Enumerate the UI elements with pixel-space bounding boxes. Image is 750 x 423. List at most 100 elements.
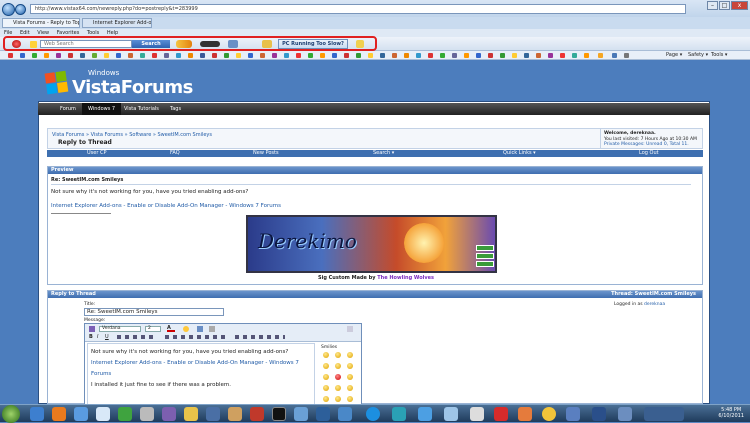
start-button[interactable] (2, 405, 20, 423)
smiley-icon[interactable] (323, 363, 329, 369)
fav-icon[interactable] (524, 53, 529, 58)
taskbar-app-icon[interactable] (338, 407, 352, 421)
print-icon[interactable] (624, 53, 629, 58)
smiley-icon[interactable] (335, 385, 341, 391)
safety-menu[interactable]: Safety ▾ (688, 51, 708, 60)
fav-icon[interactable] (92, 53, 97, 58)
fav-icon[interactable] (272, 53, 277, 58)
facebook-icon[interactable] (200, 53, 205, 58)
insert-icons[interactable] (235, 335, 285, 339)
fav-icon[interactable] (584, 53, 589, 58)
fav-icon[interactable] (536, 53, 541, 58)
fav-icon[interactable] (380, 53, 385, 58)
fav-icon[interactable] (572, 53, 577, 58)
underline-icon[interactable]: U (105, 334, 109, 340)
private-messages[interactable]: Private Messages: Unread 0, Total 11. (604, 142, 704, 148)
taskbar-app-icon[interactable] (206, 407, 220, 421)
taskbar-app-icon[interactable] (30, 407, 44, 421)
tools-menu[interactable]: Tools ▾ (711, 51, 727, 60)
fav-icon[interactable] (440, 53, 445, 58)
fav-icon[interactable] (80, 53, 85, 58)
fav-icon[interactable] (140, 53, 145, 58)
page-menu[interactable]: Page ▾ (666, 51, 682, 60)
system-tray[interactable] (644, 407, 684, 421)
tab-reply-topic[interactable]: Vista Forums - Reply to Topic (2, 18, 80, 28)
fav-icon[interactable] (212, 53, 217, 58)
message-textarea[interactable]: Not sure why it's not working for you, h… (87, 343, 315, 405)
fav-icon[interactable] (308, 53, 313, 58)
smiley-icon[interactable] (347, 363, 353, 369)
sig-author-link[interactable]: The Howling Wolves (377, 275, 434, 281)
taskbar-app-icon[interactable] (316, 407, 330, 421)
fav-icon[interactable] (416, 53, 421, 58)
internet-explorer-icon[interactable] (366, 407, 380, 421)
fav-icon[interactable] (560, 53, 565, 58)
nav-vista-tutorials[interactable]: Vista Tutorials (118, 103, 165, 115)
taskbar-app-icon[interactable] (418, 407, 432, 421)
nav-forum[interactable]: Forum (54, 103, 82, 115)
back-icon[interactable] (2, 3, 15, 16)
home-icon[interactable] (612, 53, 617, 58)
fav-icon[interactable] (224, 53, 229, 58)
breadcrumb[interactable]: Vista Forums » Vista Forums » Software »… (52, 132, 212, 138)
thread-name[interactable]: SweetIM.com Smileys (635, 291, 696, 297)
smiley-icon[interactable] (347, 352, 353, 358)
nav-search[interactable]: Search ▾ (373, 150, 394, 157)
logged-user[interactable]: dereknaa (644, 302, 665, 307)
taskbar-app-icon[interactable] (444, 407, 458, 421)
nav-log-out[interactable]: Log Out (639, 150, 659, 157)
fav-icon[interactable] (428, 53, 433, 58)
fav-icon[interactable] (368, 53, 373, 58)
fav-icon[interactable] (20, 53, 25, 58)
site-logo[interactable]: Windows VistaForums (44, 66, 246, 106)
nav-tags[interactable]: Tags (164, 103, 187, 115)
smiley-icon[interactable] (323, 385, 329, 391)
maximize-icon[interactable]: □ (719, 1, 730, 10)
taskbar-app-icon[interactable] (228, 407, 242, 421)
fav-icon[interactable] (116, 53, 121, 58)
smiley-icon[interactable] (347, 385, 353, 391)
fav-icon[interactable] (68, 53, 73, 58)
forward-icon[interactable] (15, 4, 26, 15)
taskbar-clock[interactable]: 5:48 PM 6/10/2011 (718, 407, 744, 419)
smilie-icon[interactable] (183, 326, 189, 332)
fav-icon[interactable] (248, 53, 253, 58)
fav-icon[interactable] (56, 53, 61, 58)
fav-icon[interactable] (260, 53, 265, 58)
taskbar-app-icon[interactable] (74, 407, 88, 421)
fav-icon[interactable] (128, 53, 133, 58)
fav-icon[interactable] (32, 53, 37, 58)
address-bar[interactable]: http://www.vistax64.com/newreply.php?do=… (30, 4, 686, 14)
fav-icon[interactable] (500, 53, 505, 58)
fav-icon[interactable] (188, 53, 193, 58)
fav-icon[interactable] (44, 53, 49, 58)
taskbar-app-icon[interactable] (618, 407, 632, 421)
fav-icon[interactable] (236, 53, 241, 58)
smiley-icon[interactable] (335, 396, 341, 402)
size-select[interactable]: 2 (145, 326, 161, 332)
attach-icon[interactable] (197, 326, 203, 332)
taskbar-app-icon[interactable] (518, 407, 532, 421)
taskbar-app-icon[interactable] (96, 407, 110, 421)
taskbar-app-icon[interactable] (118, 407, 132, 421)
preview-link[interactable]: Internet Explorer Add-ons - Enable or Di… (51, 203, 281, 209)
taskbar-app-icon[interactable] (184, 407, 198, 421)
taskbar-app-icon[interactable] (52, 407, 66, 421)
fav-icon[interactable] (476, 53, 481, 58)
taskbar-app-icon[interactable] (470, 407, 484, 421)
format-icons[interactable] (165, 335, 225, 339)
fav-icon[interactable] (344, 53, 349, 58)
fav-icon[interactable] (392, 53, 397, 58)
fav-icon[interactable] (332, 53, 337, 58)
taskbar-app-icon[interactable] (250, 407, 264, 421)
fav-icon[interactable] (452, 53, 457, 58)
tab-ie-addons[interactable]: Internet Explorer Add-ons - En... (82, 18, 152, 28)
nav-windows7[interactable]: Windows 7 (82, 103, 122, 115)
fav-icon[interactable] (176, 53, 181, 58)
fav-icon[interactable] (152, 53, 157, 58)
switch-mode-icon[interactable] (89, 326, 95, 332)
fav-icon[interactable] (8, 53, 13, 58)
taskbar-app-icon[interactable] (162, 407, 176, 421)
fav-icon[interactable] (512, 53, 517, 58)
fav-icon[interactable] (320, 53, 325, 58)
